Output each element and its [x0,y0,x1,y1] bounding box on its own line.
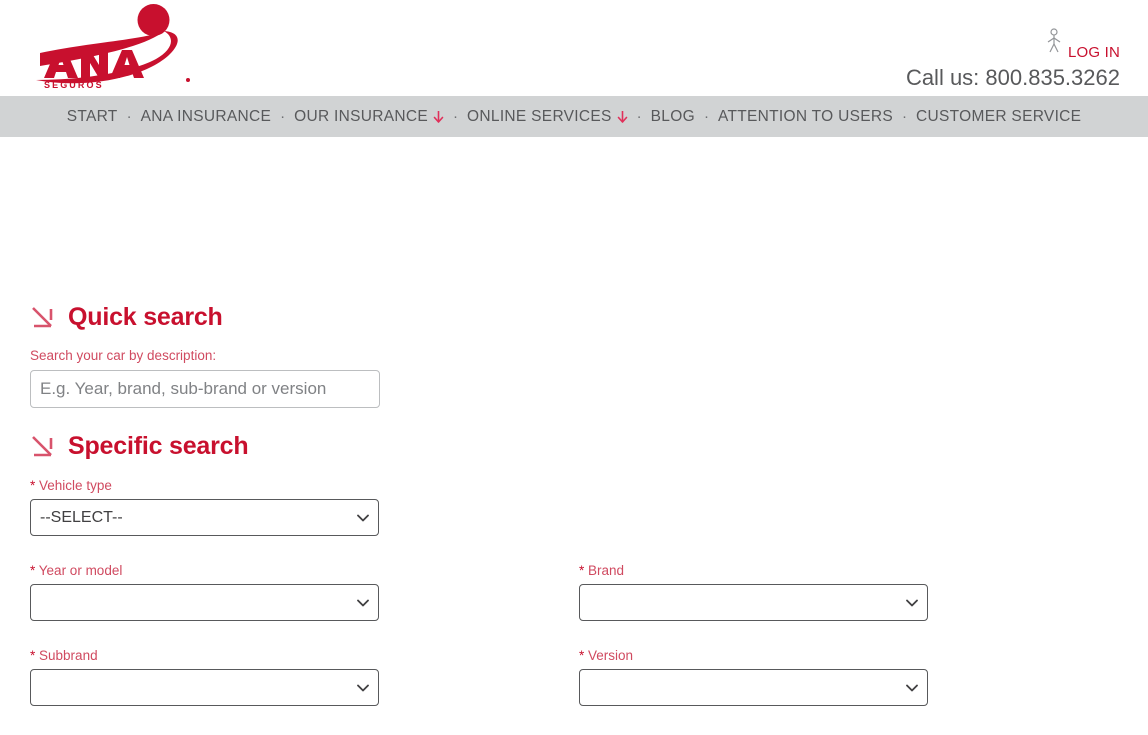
nav-separator: · [118,108,141,125]
subbrand-select[interactable] [30,669,379,706]
nav-item-label: START [67,108,118,126]
required-marker: * [579,648,584,663]
nav-separator: · [271,108,294,125]
nav-item-ana-insurance[interactable]: ANA INSURANCE [141,108,272,126]
nav-item-label: ANA INSURANCE [141,108,272,126]
nav-item-blog[interactable]: BLOG [651,108,695,126]
nav-separator: · [695,108,718,125]
ana-seguros-logo[interactable]: SEGUROS [30,4,200,92]
quick-search-heading: Quick search [30,303,223,332]
nav-item-online-services[interactable]: ONLINE SERVICES [467,108,628,126]
arrow-down-icon [617,110,628,124]
nav-item-label: CUSTOMER SERVICE [916,108,1081,126]
nav-separator: · [444,108,467,125]
chevron-down-icon [906,599,918,607]
specific-search-title: Specific search [68,432,248,461]
chevron-down-icon [357,514,369,522]
required-marker: * [30,563,35,578]
chevron-down-icon [906,684,918,692]
nav-item-label: BLOG [651,108,695,126]
log-in-link[interactable]: LOG IN [1068,45,1120,60]
nav-separator: · [893,108,916,125]
arrow-down-icon [433,110,444,124]
label-text: Vehicle type [39,478,112,493]
main-navigation-items: START·ANA INSURANCE·OUR INSURANCE·ONLINE… [67,108,1082,126]
call-us-text: Call us: 800.835.3262 [906,67,1120,89]
vehicle-type-label: * Vehicle type [30,478,112,493]
nav-item-start[interactable]: START [67,108,118,126]
quick-search-title: Quick search [68,303,223,332]
brand-label: * Brand [579,563,624,578]
nav-item-label: ATTENTION TO USERS [718,108,893,126]
search-input[interactable] [30,370,380,408]
label-text: Version [588,648,633,663]
nav-item-label: ONLINE SERVICES [467,108,612,126]
year-or-model-select[interactable] [30,584,379,621]
required-marker: * [30,478,35,493]
nav-item-attention-to-users[interactable]: ATTENTION TO USERS [718,108,893,126]
label-text: Brand [588,563,624,578]
version-label: * Version [579,648,633,663]
page-header: SEGUROS LOG IN Call us: 800.835.3262 [0,0,1148,96]
svg-text:SEGUROS: SEGUROS [44,80,104,90]
year-or-model-label: * Year or model [30,563,122,578]
required-marker: * [579,563,584,578]
subbrand-label: * Subbrand [30,648,98,663]
nav-item-label: OUR INSURANCE [294,108,428,126]
brand-select[interactable] [579,584,928,621]
chevron-down-icon [357,684,369,692]
label-text: Year or model [39,563,123,578]
header-utility-area: LOG IN Call us: 800.835.3262 [906,24,1120,89]
vehicle-type-select[interactable]: --SELECT-- [30,499,379,536]
diagonal-arrow-down-left-icon [30,434,56,460]
chevron-down-icon [357,599,369,607]
quick-search-field-label: Search your car by description: [30,348,216,363]
vehicle-type-value: --SELECT-- [40,509,351,527]
label-text: Subbrand [39,648,98,663]
version-select[interactable] [579,669,928,706]
specific-search-heading: Specific search [30,432,248,461]
required-marker: * [30,648,35,663]
login-row: LOG IN [906,24,1120,60]
nav-separator: · [628,108,651,125]
diagonal-arrow-down-left-icon [30,305,56,331]
person-icon [1046,28,1062,58]
nav-item-customer-service[interactable]: CUSTOMER SERVICE [916,108,1081,126]
nav-item-our-insurance[interactable]: OUR INSURANCE [294,108,444,126]
main-navigation: START·ANA INSURANCE·OUR INSURANCE·ONLINE… [0,96,1148,137]
